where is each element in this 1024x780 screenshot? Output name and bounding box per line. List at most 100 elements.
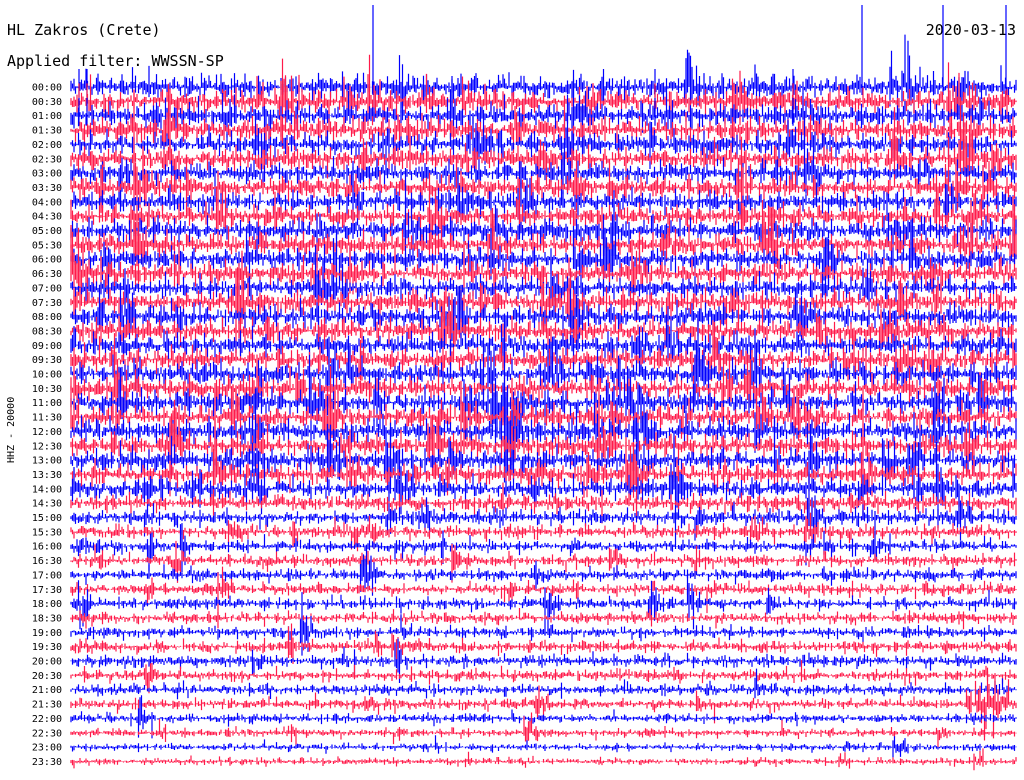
trace-line [70,268,1017,379]
row-time-label: 17:30 [32,585,62,596]
date-label: 2020-03-13 [925,21,1016,39]
trace-line [70,333,1017,431]
row-time-label: 23:00 [32,743,62,754]
row-time-label: 20:30 [32,671,62,682]
trace-line [70,569,1017,636]
trace-line [70,550,1017,596]
trace-line [70,397,1017,497]
row-time-label: 07:00 [32,283,62,294]
trace-line [70,430,1017,545]
trace-line [70,317,1017,373]
trace-line [70,668,1017,700]
trace-line [70,735,1017,758]
trace-line [70,482,1017,524]
row-time-label: 16:00 [32,542,62,553]
row-time-label: 00:30 [32,97,62,108]
trace-line [70,540,1017,583]
row-time-label: 20:00 [32,657,62,668]
trace-line [70,623,1017,664]
trace-line [70,667,1017,741]
row-time-label: 04:00 [32,197,62,208]
row-time-label: 01:30 [32,126,62,137]
row-time-label: 08:30 [32,326,62,337]
row-time-label: 04:30 [32,212,62,223]
trace-line [70,420,1017,521]
row-time-label: 14:30 [32,499,62,510]
trace-line [70,83,1017,166]
trace-line [70,196,1017,291]
trace-line [70,471,1017,548]
trace-line [70,171,1017,257]
trace-line [70,311,1017,426]
row-time-label: 22:30 [32,728,62,739]
trace-line [70,183,1017,271]
trace-line [70,512,1017,552]
trace-layer [70,5,1017,771]
trace-line [70,660,1017,694]
trace-line [70,748,1017,771]
trace-line [70,523,1017,572]
row-time-label: 21:00 [32,685,62,696]
trace-line [70,314,1017,496]
row-time-label: 03:00 [32,169,62,180]
row-time-label: 16:30 [32,556,62,567]
row-time-label: 02:30 [32,154,62,165]
row-time-label: 00:00 [32,83,62,94]
row-time-label: 11:30 [32,413,62,424]
trace-line [70,354,1017,472]
trace-line [70,592,1017,656]
trace-line [70,695,1017,739]
row-time-label: 19:00 [32,628,62,639]
filter-label: Applied filter: WWSSN-SP [7,52,224,70]
trace-line [70,638,1017,683]
row-time-label: 11:00 [32,398,62,409]
row-time-label: 06:30 [32,269,62,280]
row-time-label: 14:00 [32,484,62,495]
trace-line [70,94,1017,183]
trace-line [70,250,1017,361]
row-time-label: 18:30 [32,613,62,624]
row-time-label: 06:00 [32,255,62,266]
row-time-label: 22:00 [32,714,62,725]
trace-line [70,712,1017,748]
row-time-label: 08:00 [32,312,62,323]
row-time-label: 19:30 [32,642,62,653]
row-time-label: 12:00 [32,427,62,438]
row-time-label: 15:30 [32,527,62,538]
trace-line [70,225,1017,316]
trace-line [70,291,1017,378]
trace-line [70,69,1017,169]
trace-line [70,566,1017,629]
row-time-label: 12:30 [32,441,62,452]
station-title: HL Zakros (Crete) [7,21,161,39]
row-time-label: 02:00 [32,140,62,151]
trace-line [70,160,1017,240]
row-time-label: 05:30 [32,240,62,251]
trace-line [70,245,1017,340]
trace-line [70,89,1017,260]
row-time-label: 13:00 [32,456,62,467]
row-time-label: 15:00 [32,513,62,524]
row-time-label: 10:30 [32,384,62,395]
row-time-label: 21:30 [32,700,62,711]
trace-line [70,392,1017,521]
trace-line [70,214,1017,299]
trace-line [70,366,1017,470]
row-time-label: 13:30 [32,470,62,481]
row-time-label: 09:30 [32,355,62,366]
trace-line [70,608,1017,630]
time-label-layer: 00:00 00:30 01:00 01:30 02:00 02:30 03:00 03:30… [32,83,62,768]
row-time-label: 05:00 [32,226,62,237]
trace-line [70,100,1017,195]
row-time-label: 23:30 [32,757,62,768]
trace-line [70,317,1017,393]
row-time-label: 07:30 [32,298,62,309]
row-time-label: 09:00 [32,341,62,352]
row-time-label: 01:00 [32,111,62,122]
channel-label: HHZ - 20000 [6,396,17,464]
row-time-label: 18:00 [32,599,62,610]
row-time-label: 17:00 [32,570,62,581]
trace-line [70,111,1017,212]
seismogram-plot: 00:00 00:30 01:00 01:30 02:00 02:30 03:00 03:30… [32,5,1017,771]
row-time-label: 03:30 [32,183,62,194]
